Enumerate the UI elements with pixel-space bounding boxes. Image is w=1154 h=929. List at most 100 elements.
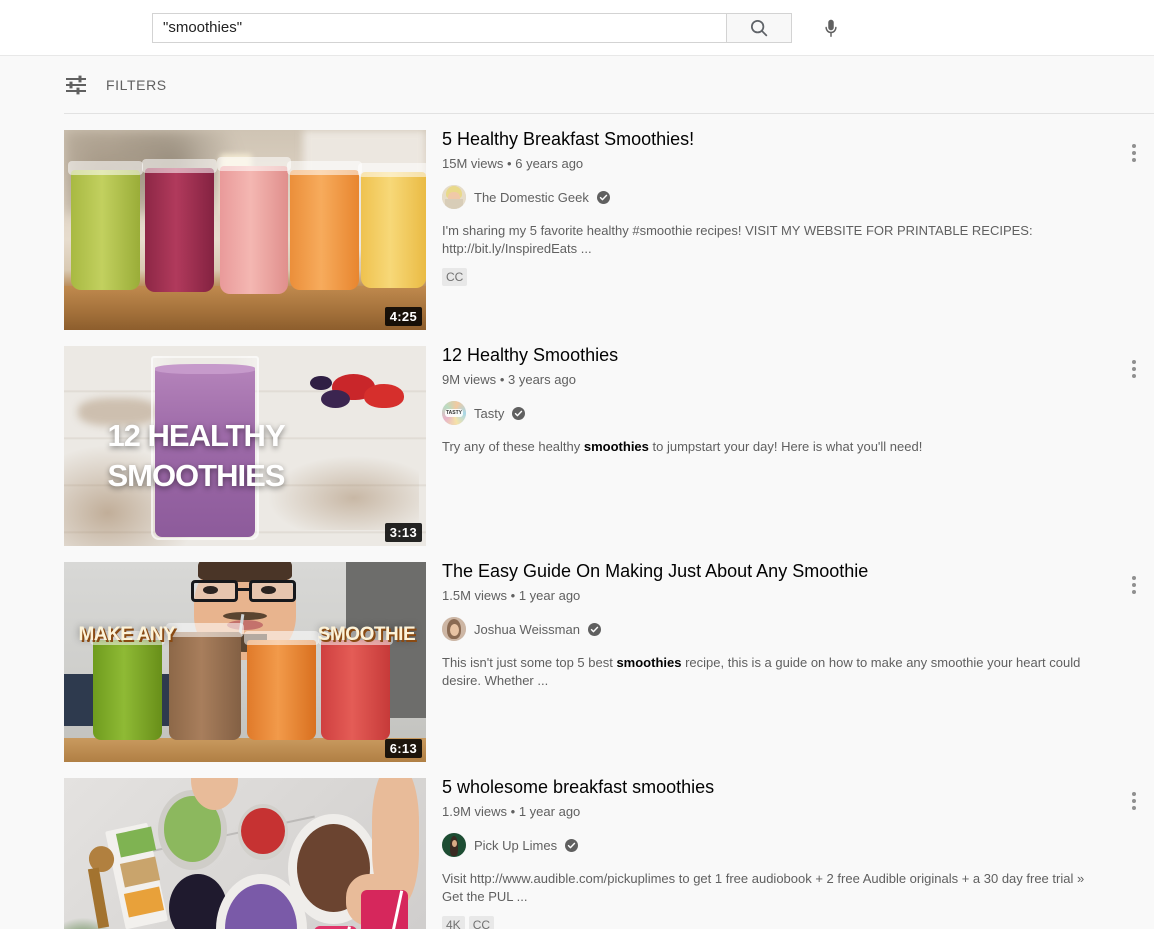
view-count: 15M views xyxy=(442,156,504,171)
upload-age: 1 year ago xyxy=(518,804,581,819)
search-icon xyxy=(750,19,768,36)
tune-icon xyxy=(66,75,86,94)
menu-dot xyxy=(1132,374,1136,378)
action-menu-button[interactable] xyxy=(1120,352,1148,386)
search-button[interactable] xyxy=(726,13,791,42)
video-title[interactable]: 12 Healthy Smoothies xyxy=(442,342,1108,368)
channel-row[interactable]: Pick Up Limes xyxy=(442,833,1108,857)
microphone-icon xyxy=(825,19,837,37)
video-thumbnail[interactable]: 4:25 xyxy=(64,130,426,330)
video-description: This isn't just some top 5 best smoothie… xyxy=(442,654,1108,690)
video-duration: 4:25 xyxy=(384,307,422,326)
badge-cc: CC xyxy=(468,916,495,929)
menu-dot xyxy=(1132,144,1136,148)
channel-name[interactable]: Pick Up Limes xyxy=(474,838,557,853)
menu-dot xyxy=(1132,576,1136,580)
video-title[interactable]: The Easy Guide On Making Just About Any … xyxy=(442,558,1108,584)
meta-separator: • xyxy=(499,372,505,387)
video-title[interactable]: 5 wholesome breakfast smoothies xyxy=(442,774,1108,800)
thumbnail-overlay-text: MAKE ANY xyxy=(78,624,176,645)
channel-row[interactable]: Joshua Weissman xyxy=(442,617,1108,641)
search-results-list: 4:25 5 Healthy Breakfast Smoothies! 15M … xyxy=(0,114,1154,929)
verified-badge-icon xyxy=(512,406,526,420)
video-meta: 9M views • 3 years ago xyxy=(442,371,1108,389)
meta-separator: • xyxy=(510,804,516,819)
check-icon xyxy=(599,194,608,200)
video-info: 5 wholesome breakfast smoothies 1.9M vie… xyxy=(426,777,1154,929)
action-menu-button[interactable] xyxy=(1120,784,1148,818)
menu-dot xyxy=(1132,590,1136,594)
channel-avatar xyxy=(442,833,466,857)
video-meta: 1.5M views • 1 year ago xyxy=(442,587,1108,605)
description-pre: This isn't just some top 5 best xyxy=(442,655,617,670)
video-thumbnail[interactable]: MAKE ANY SMOOTHIE 6:13 xyxy=(64,562,426,762)
action-menu-button[interactable] xyxy=(1120,568,1148,602)
filters-label: FILTERS xyxy=(106,76,167,93)
video-description: Try any of these healthy smoothies to ju… xyxy=(442,438,1108,456)
video-meta: 1.9M views • 1 year ago xyxy=(442,803,1108,821)
video-title[interactable]: 5 Healthy Breakfast Smoothies! xyxy=(442,126,1108,152)
video-description: Visit http://www.audible.com/pickuplimes… xyxy=(442,870,1108,906)
upload-age: 1 year ago xyxy=(518,588,581,603)
thumbnail-artwork xyxy=(64,778,426,929)
description-pre: Visit http://www.audible.com/pickuplimes… xyxy=(442,871,1085,904)
check-icon xyxy=(590,626,599,632)
thumbnail-overlay-text: 12 HEALTHY xyxy=(107,418,285,453)
description-highlight: smoothies xyxy=(583,439,649,454)
video-thumbnail[interactable]: 12 HEALTHY SMOOTHIES 3:13 xyxy=(64,346,426,546)
thumbnail-artwork: 12 HEALTHY SMOOTHIES xyxy=(64,346,426,546)
page-header xyxy=(0,0,1154,56)
verified-badge-icon xyxy=(587,622,601,636)
filters-bar: FILTERS xyxy=(0,56,1154,113)
description-post: to jumpstart your day! Here is what you'… xyxy=(648,439,923,454)
search-result-item: 4:25 5 Healthy Breakfast Smoothies! 15M … xyxy=(64,129,1154,330)
verified-badge-icon xyxy=(596,190,610,204)
search-box[interactable] xyxy=(152,12,792,43)
search-result-item: 12 HEALTHY SMOOTHIES 3:13 12 Healthy Smo… xyxy=(64,345,1154,546)
menu-dot xyxy=(1132,806,1136,810)
search-input[interactable] xyxy=(153,13,726,42)
video-description: I'm sharing my 5 favorite healthy #smoot… xyxy=(442,222,1108,258)
meta-separator: • xyxy=(510,588,516,603)
menu-dot xyxy=(1132,360,1136,364)
verified-badge-icon xyxy=(565,838,579,852)
channel-avatar: TASTY xyxy=(442,401,466,425)
check-icon xyxy=(515,410,523,416)
thumbnail-artwork xyxy=(64,130,426,330)
description-pre: I'm sharing my 5 favorite healthy #smoot… xyxy=(442,223,1033,256)
channel-row[interactable]: TASTY Tasty xyxy=(442,401,1108,425)
menu-dot xyxy=(1132,151,1136,155)
video-duration: 6:13 xyxy=(384,739,422,758)
channel-name[interactable]: Joshua Weissman xyxy=(474,622,580,637)
check-icon xyxy=(567,842,576,848)
thumbnail-overlay-text: SMOOTHIES xyxy=(107,458,285,493)
video-duration: 3:13 xyxy=(384,523,422,542)
meta-separator: • xyxy=(507,156,512,171)
video-info: 5 Healthy Breakfast Smoothies! 15M views… xyxy=(426,129,1154,330)
view-count: 1.5M views xyxy=(442,588,508,603)
filters-button[interactable]: FILTERS xyxy=(64,65,167,105)
channel-name[interactable]: The Domestic Geek xyxy=(474,190,589,205)
menu-dot xyxy=(1132,583,1136,587)
view-count: 1.9M views xyxy=(442,804,508,819)
description-pre: Try any of these healthy xyxy=(442,439,584,454)
video-info: 12 Healthy Smoothies 9M views • 3 years … xyxy=(426,345,1154,546)
search-result-item: 5 wholesome breakfast smoothies 1.9M vie… xyxy=(64,777,1154,929)
description-highlight: smoothies xyxy=(616,655,682,670)
view-count: 9M views xyxy=(442,372,497,387)
menu-dot xyxy=(1132,367,1136,371)
upload-age: 6 years ago xyxy=(515,156,584,171)
menu-dot xyxy=(1132,792,1136,796)
menu-dot xyxy=(1132,158,1136,162)
video-thumbnail[interactable] xyxy=(64,778,426,929)
search-result-item: MAKE ANY SMOOTHIE 6:13 The Easy Guide On… xyxy=(64,561,1154,762)
thumbnail-artwork: MAKE ANY SMOOTHIE xyxy=(64,562,426,762)
menu-dot xyxy=(1132,799,1136,803)
action-menu-button[interactable] xyxy=(1120,136,1148,170)
channel-name[interactable]: Tasty xyxy=(474,406,504,421)
voice-search-button[interactable] xyxy=(814,11,848,45)
video-badges: 4K CC xyxy=(442,916,1108,929)
video-meta: 15M views • 6 years ago xyxy=(442,155,1108,173)
thumbnail-overlay-text: SMOOTHIE xyxy=(317,624,416,645)
channel-row[interactable]: The Domestic Geek xyxy=(442,185,1108,209)
